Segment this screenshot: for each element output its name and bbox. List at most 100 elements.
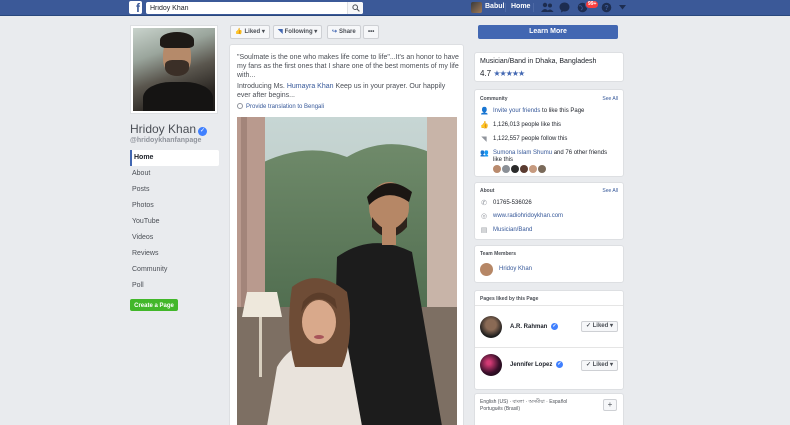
following-label: Following (284, 29, 313, 35)
rating-stars-icon: ★★★★★ (493, 69, 525, 78)
nav-item-posts[interactable]: Posts (130, 182, 219, 198)
facebook-logo-icon[interactable]: f (129, 1, 142, 14)
category-location: Musician/Band in Dhaka, Bangladesh (480, 58, 597, 65)
friend-avatar[interactable] (529, 165, 537, 173)
rating-row[interactable]: 4.7 ★★★★★ (480, 69, 525, 78)
community-card: Community See All 👤 Invite your friends t… (474, 89, 624, 177)
friend-name-link[interactable]: Sumona Islam Shumu (493, 150, 552, 156)
profile-photo (133, 28, 215, 111)
nav-item-videos[interactable]: Videos (130, 230, 219, 246)
nav-item-photos[interactable]: Photos (130, 198, 219, 214)
follows-row: ◥ 1,122,557 people follow this (480, 136, 567, 143)
add-language-button[interactable]: + (603, 399, 617, 411)
team-member-avatar[interactable] (480, 263, 493, 276)
verified-badge-icon: ✓ (551, 323, 559, 330)
page-info-card: Musician/Band in Dhaka, Bangladesh 4.7 ★… (474, 52, 624, 82)
friends-rest-text: and 76 other friends (552, 150, 608, 156)
couple-photo-illustration (237, 117, 457, 425)
category-row: ▤ Musician/Band (480, 227, 533, 234)
liked-button[interactable]: 👍 Liked ▾ (230, 25, 270, 39)
search-icon (352, 4, 360, 12)
follow-icon: ◥ (481, 136, 487, 143)
friend-avatar[interactable] (502, 165, 510, 173)
nav-item-reviews[interactable]: Reviews (130, 246, 219, 262)
share-label: Share (339, 29, 356, 35)
translate-label: Provide translation to Bengali (246, 104, 325, 110)
team-members-card: Team Members Hridoy Khan (474, 245, 624, 283)
thumbs-up-icon: 👍 (235, 29, 243, 35)
language-card: English (US) · বাংলা · অসমীয়া · Español… (474, 393, 624, 425)
invite-friends-link[interactable]: Invite your friends (493, 108, 540, 114)
search-box (146, 2, 363, 14)
friends-like-row: 👥 Sumona Islam Shumu and 76 other friends (480, 150, 607, 157)
team-member-link[interactable]: Hridoy Khan (499, 266, 532, 272)
search-input[interactable] (146, 2, 341, 14)
friend-avatar[interactable] (520, 165, 528, 173)
page-action-bar: 👍 Liked ▾ ◥ Following ▾ ↪ Share ••• (229, 23, 464, 40)
invite-rest-text: to like this Page (540, 108, 585, 114)
nav-item-poll[interactable]: Poll (130, 278, 219, 294)
friend-avatars (493, 165, 547, 173)
home-link[interactable]: Home (511, 3, 530, 10)
create-page-button[interactable]: Create a Page (130, 299, 178, 311)
learn-more-button[interactable]: Learn More (478, 25, 618, 39)
about-see-all-link[interactable]: See All (602, 188, 618, 194)
like-this-text: like this (493, 157, 514, 163)
user-profile-link[interactable]: Babul (485, 3, 504, 10)
friend-avatar[interactable] (511, 165, 519, 173)
divider (475, 347, 623, 348)
share-arrow-icon: ↪ (332, 29, 338, 35)
invite-friends-icon: 👤 (480, 108, 489, 115)
language-links-2[interactable]: Português (Brasil) (480, 406, 520, 412)
messages-icon[interactable] (559, 2, 570, 13)
user-avatar[interactable] (471, 2, 482, 13)
post-card: "Soulmate is the one who makes life come… (229, 44, 464, 425)
thumbs-up-icon: 👍 (480, 122, 489, 129)
nav-item-youtube[interactable]: YouTube (130, 214, 219, 230)
profile-picture[interactable] (130, 25, 218, 114)
liked-page-name[interactable]: A.R. Rahman ✓ (510, 323, 559, 330)
phone-number: 01765-536026 (493, 200, 532, 206)
rating-value: 4.7 (480, 69, 492, 78)
tag-icon: ▤ (480, 227, 488, 234)
ar-rahman-avatar[interactable] (480, 316, 502, 338)
account-dropdown-icon[interactable] (619, 5, 626, 10)
page-title[interactable]: Hridoy Khan ✓ (130, 122, 208, 136)
community-title: Community (480, 96, 508, 102)
page-username[interactable]: @hridoykhanfanpage (130, 137, 201, 144)
liked-button-label: Liked (592, 323, 609, 329)
ar-rahman-name: A.R. Rahman (510, 324, 548, 330)
nav-divider (505, 3, 506, 12)
jennifer-lopez-liked-button[interactable]: ✓ Liked ▾ (580, 360, 618, 371)
nav-item-about[interactable]: About (130, 166, 219, 182)
top-navigation-bar: f Babul Home 99+ ? (0, 0, 790, 16)
search-button[interactable] (347, 2, 363, 14)
follows-count: 1,122,557 people follow this (493, 136, 568, 142)
ar-rahman-liked-button[interactable]: ✓ Liked ▾ (580, 321, 618, 332)
page-name-text: Hridoy Khan (130, 122, 197, 136)
post-photo[interactable] (237, 117, 457, 425)
pages-liked-title: Pages liked by this Page (480, 296, 539, 302)
jennifer-lopez-avatar[interactable] (480, 354, 502, 376)
liked-page-name[interactable]: Jennifer Lopez ✓ (510, 361, 564, 368)
pages-liked-card: Pages liked by this Page A.R. Rahman ✓ ✓… (474, 290, 624, 390)
community-see-all-link[interactable]: See All (602, 96, 618, 102)
share-button[interactable]: ↪ Share (327, 25, 361, 39)
mention-link[interactable]: Humayra Khan (287, 83, 334, 90)
help-icon[interactable]: ? (601, 2, 612, 13)
more-options-button[interactable]: ••• (363, 25, 380, 39)
nav-item-community[interactable]: Community (130, 262, 219, 278)
post-paragraph-1: "Soulmate is the one who makes life come… (237, 54, 459, 79)
website-link[interactable]: www.radiohridoykhan.com (493, 213, 563, 219)
translate-link[interactable]: Provide translation to Bengali (237, 103, 324, 110)
notification-badge: 99+ (585, 0, 600, 9)
category-link[interactable]: Musician/Band (493, 227, 532, 233)
nav-item-home[interactable]: Home (130, 150, 219, 166)
friend-requests-icon[interactable] (541, 2, 554, 13)
friend-avatar[interactable] (493, 165, 501, 173)
team-members-title: Team Members (480, 251, 517, 257)
likes-count: 1,126,013 people like this (493, 122, 562, 128)
friend-avatar[interactable] (538, 165, 546, 173)
liked-label: Liked (244, 29, 261, 35)
following-button[interactable]: ◥ Following ▾ (273, 25, 323, 39)
